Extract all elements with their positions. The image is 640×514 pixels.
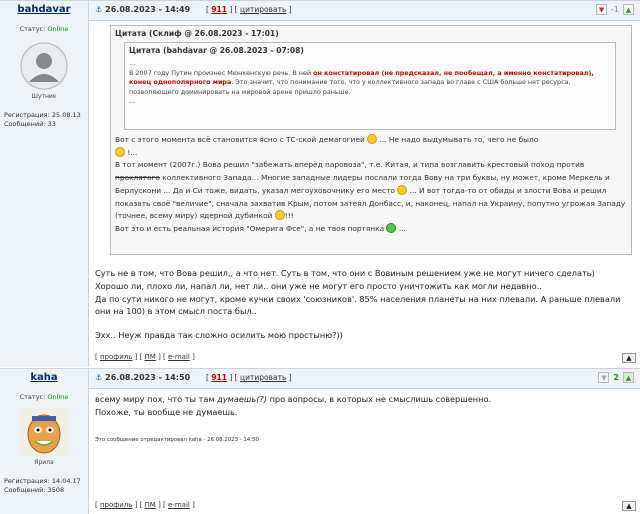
post-datetime: ⚓ 26.08.2023 - 14:50 (95, 373, 191, 382)
post-header: ⚓ 26.08.2023 - 14:50 [ 911 ] [ цитировать… (89, 369, 640, 389)
post-datetime: ⚓ 26.08.2023 - 14:49 (95, 5, 191, 14)
post-body: всему миру пох, что ты там думаешь(?) пр… (95, 394, 492, 417)
quote-inner-title: Цитата (bahdavar @ 26.08.2023 - 07:08) (129, 46, 304, 55)
avatar (20, 42, 68, 90)
anchor-icon: ⚓ (95, 373, 103, 382)
post-number-link[interactable]: 911 (211, 373, 227, 382)
user-status: Статус: Online (19, 393, 69, 401)
username-link[interactable]: bahdavar (0, 4, 88, 15)
smiley-icon (386, 222, 397, 233)
profile-link[interactable]: профиль (100, 353, 132, 361)
user-sidebar: bahdavar Статус: Online Шутник Регистрац… (0, 1, 89, 367)
profile-link[interactable]: профиль (100, 501, 132, 509)
thumb-up-icon[interactable]: ▲ (623, 372, 634, 383)
rating-value: 2 (613, 373, 619, 382)
email-link[interactable]: e-mail (168, 353, 190, 361)
smiley-icon (397, 184, 408, 195)
post-kaha: kaha Статус: Online Ярила Регистрация: 1… (0, 368, 640, 514)
rating-value: -1 (611, 5, 619, 14)
pm-link[interactable]: ПМ (145, 501, 156, 509)
pm-link[interactable]: ПМ (145, 353, 156, 361)
user-rank: Шутник (31, 93, 57, 100)
post-body: Суть не в том, что Вова решил,, а что не… (95, 268, 621, 341)
rating-box: ▼ 2 ▲ (598, 372, 634, 383)
user-registration: Регистрация: 25.08.13 Сообщений: 33 (4, 111, 81, 128)
quote-inner-text: ... В 2007 году Путин произнес Мюнхенску… (129, 59, 594, 105)
user-registration: Регистрация: 14.04.17 Сообщений: 3508 (4, 477, 81, 494)
user-rank: Ярила (34, 459, 54, 466)
user-sidebar: kaha Статус: Online Ярила Регистрация: 1… (0, 369, 89, 514)
rating-box: ▼ -1 ▲ (596, 4, 634, 15)
smiley-icon (367, 134, 378, 144)
post-footer: [ профиль ] [ ПМ ] [ e-mail ] (95, 353, 195, 361)
quote-outer-text: Вот с этого момента всё становится ясно … (115, 134, 626, 233)
smiley-icon (115, 146, 125, 157)
anchor-icon: ⚓ (95, 5, 103, 14)
thumb-down-icon[interactable]: ▼ (598, 372, 610, 383)
post-header-links: [ 911 ] [ цитировать ] (206, 373, 292, 382)
username-link[interactable]: kaha (0, 372, 88, 383)
post-number-link[interactable]: 911 (211, 5, 227, 14)
post-header-links: [ 911 ] [ цитировать ] (206, 5, 292, 14)
scroll-top-button[interactable]: ▲ (622, 501, 636, 511)
quote-link[interactable]: цитировать (240, 5, 286, 14)
smiley-icon (274, 210, 285, 221)
thumb-down-icon[interactable]: ▼ (596, 4, 608, 15)
quote-inner: Цитата (bahdavar @ 26.08.2023 - 07:08) .… (124, 42, 616, 130)
scroll-top-button[interactable]: ▲ (622, 353, 636, 363)
post-footer: [ профиль ] [ ПМ ] [ e-mail ] (95, 501, 195, 509)
avatar (20, 408, 68, 456)
email-link[interactable]: e-mail (168, 501, 190, 509)
post-bahdavar: bahdavar Статус: Online Шутник Регистрац… (0, 0, 640, 367)
user-status: Статус: Online (19, 25, 69, 33)
thumb-up-icon[interactable]: ▲ (623, 4, 634, 15)
quote-link[interactable]: цитировать (240, 373, 286, 382)
quote-outer-title: Цитата (Склиф @ 26.08.2023 - 17:01) (115, 29, 279, 38)
quote-outer: Цитата (Склиф @ 26.08.2023 - 17:01) Цита… (110, 25, 632, 255)
post-header: ⚓ 26.08.2023 - 14:49 [ 911 ] [ цитировать… (89, 1, 640, 21)
edited-note: Это сообщение отредактировал kaha - 26.0… (95, 437, 259, 443)
